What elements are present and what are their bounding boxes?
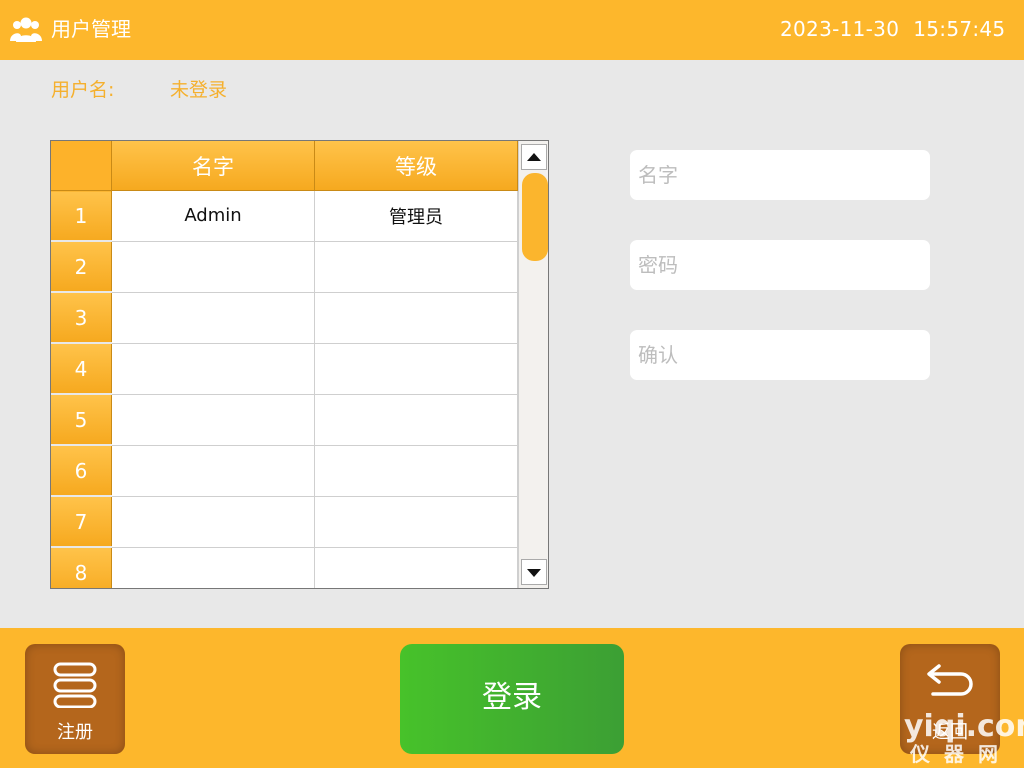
scroll-down-button[interactable] xyxy=(521,559,547,585)
username-value: 未登录 xyxy=(170,79,228,101)
table-corner xyxy=(51,141,112,191)
table-row[interactable]: 1 Admin 管理员 xyxy=(51,190,518,242)
login-label: 登录 xyxy=(482,680,542,715)
cell-level[interactable] xyxy=(314,343,518,395)
table-row[interactable]: 2 xyxy=(51,241,518,293)
scroll-up-button[interactable] xyxy=(521,144,547,170)
date-text: 2023-11-30 xyxy=(780,17,900,41)
row-number: 1 xyxy=(51,190,112,242)
time-text: 15:57:45 xyxy=(913,17,1006,41)
return-icon xyxy=(927,664,973,696)
cell-name[interactable] xyxy=(111,445,315,497)
cell-level[interactable] xyxy=(314,241,518,293)
datetime-display: 2023-11-30 15:57:45 xyxy=(780,15,1005,43)
column-header-level: 等级 xyxy=(314,141,518,191)
row-number: 7 xyxy=(51,496,112,548)
table-row[interactable]: 7 xyxy=(51,496,518,548)
user-table: 名字 等级 1 Admin 管理员 2 3 4 5 6 7 8 xyxy=(50,140,549,589)
users-icon xyxy=(10,17,42,42)
cell-name[interactable] xyxy=(111,394,315,446)
cell-level[interactable] xyxy=(314,496,518,548)
page-title: 用户管理 xyxy=(51,17,131,41)
arrow-up-icon xyxy=(527,153,541,161)
confirm-password-input[interactable]: 确认 xyxy=(630,330,930,380)
table-scrollbar[interactable] xyxy=(518,141,548,588)
username-label: 用户名: xyxy=(51,79,115,101)
register-button[interactable]: 注册 xyxy=(25,644,125,754)
name-input[interactable]: 名字 xyxy=(630,150,930,200)
table-row[interactable]: 4 xyxy=(51,343,518,395)
row-number: 5 xyxy=(51,394,112,446)
column-header-name: 名字 xyxy=(111,141,315,191)
cell-level[interactable] xyxy=(314,547,518,588)
watermark: yiqi.com 仪器网 xyxy=(904,710,1024,768)
row-number: 4 xyxy=(51,343,112,395)
cell-name[interactable] xyxy=(111,343,315,395)
watermark-line1: yiqi.com xyxy=(904,709,1024,744)
cell-level[interactable] xyxy=(314,394,518,446)
login-button[interactable]: 登录 xyxy=(400,644,624,754)
cell-name[interactable] xyxy=(111,241,315,293)
row-number: 2 xyxy=(51,241,112,293)
table-row[interactable]: 5 xyxy=(51,394,518,446)
header-bar: 用户管理 2023-11-30 15:57:45 xyxy=(0,0,1024,60)
table-row[interactable]: 6 xyxy=(51,445,518,497)
table-row[interactable]: 8 xyxy=(51,547,518,588)
cell-name[interactable] xyxy=(111,292,315,344)
arrow-down-icon xyxy=(527,569,541,577)
cell-name[interactable] xyxy=(111,496,315,548)
cell-name[interactable] xyxy=(111,547,315,588)
cell-level[interactable] xyxy=(314,292,518,344)
register-icon xyxy=(53,662,97,708)
cell-level[interactable] xyxy=(314,445,518,497)
password-input[interactable]: 密码 xyxy=(630,240,930,290)
row-number: 3 xyxy=(51,292,112,344)
row-number: 6 xyxy=(51,445,112,497)
cell-name[interactable]: Admin xyxy=(111,190,315,242)
cell-level[interactable]: 管理员 xyxy=(314,190,518,242)
scroll-thumb[interactable] xyxy=(522,173,548,261)
watermark-line2: 仪器网 xyxy=(910,742,1012,766)
table-row[interactable]: 3 xyxy=(51,292,518,344)
register-label: 注册 xyxy=(57,722,93,743)
row-number: 8 xyxy=(51,547,112,588)
